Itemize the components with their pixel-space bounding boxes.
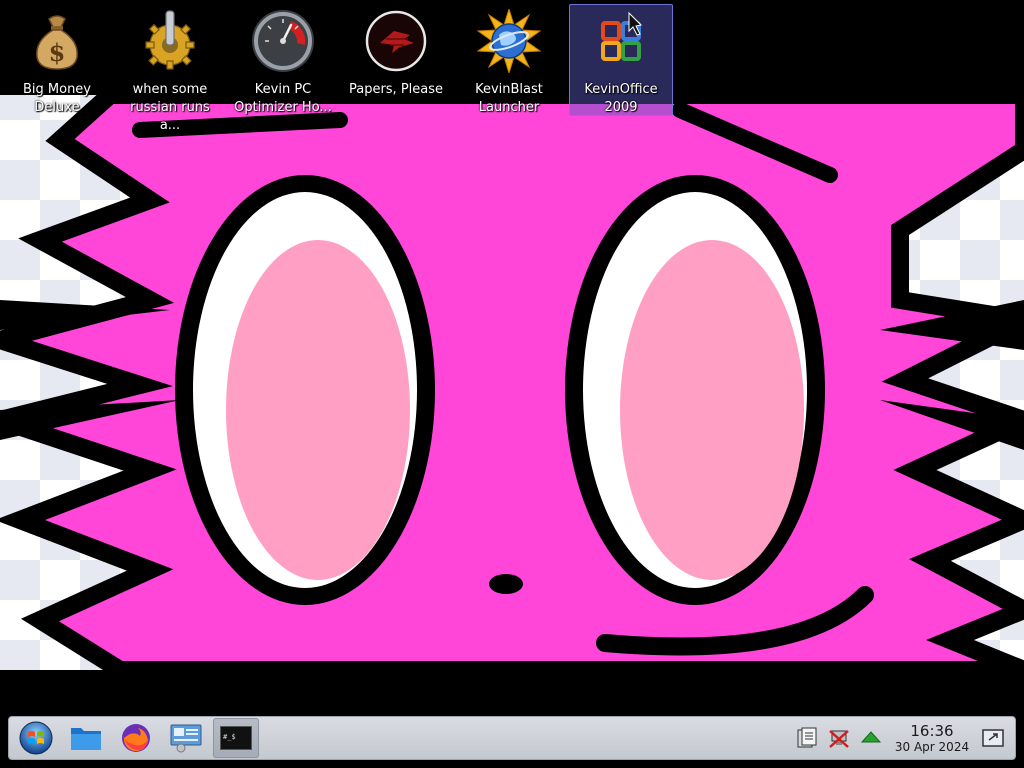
desktop-icon-label: KevinOffice 2009 (584, 82, 658, 115)
firefox-icon (122, 724, 150, 752)
svg-text:$: $ (49, 38, 66, 67)
desktop-icon-kevin-pc-optimizer[interactable]: Kevin PC Optimizer Ho... (231, 4, 335, 116)
office-logo-icon (589, 9, 653, 73)
desktop-icon-big-money-deluxe[interactable]: $ Big Money Deluxe (5, 4, 109, 116)
terminal-icon: #_$ (220, 726, 252, 750)
control-panel-button[interactable] (163, 718, 209, 758)
terminal-button[interactable]: #_$ (213, 718, 259, 758)
start-button[interactable] (13, 718, 59, 758)
mouse-cursor-icon (628, 11, 643, 36)
speedometer-icon (251, 9, 315, 73)
clock-time: 16:36 (910, 721, 954, 740)
taskbar-clock[interactable]: 16:36 30 Apr 2024 (891, 721, 973, 754)
desktop-icon-russian-runs[interactable]: when some russian runs a... (118, 4, 222, 133)
clock-date: 30 Apr 2024 (894, 739, 970, 754)
desktop-icon-label: Kevin PC Optimizer Ho... (234, 82, 332, 115)
desktop-icon-papers-please[interactable]: Papers, Please (344, 4, 448, 116)
network-disconnected-icon[interactable] (827, 726, 851, 750)
sun-globe-icon (477, 9, 541, 73)
papers-please-icon (364, 9, 428, 73)
cat-nose (489, 574, 523, 594)
desktop-icon-label: when some russian runs a... (130, 82, 210, 133)
svg-text:#_$: #_$ (223, 733, 236, 741)
taskbar: #_$ 16:36 30 Apr 2024 (8, 716, 1016, 760)
updates-arrow-icon[interactable] (859, 726, 883, 750)
money-bag-icon: $ (25, 9, 89, 73)
start-orb-icon (19, 721, 53, 755)
control-panel-icon (170, 724, 202, 753)
show-desktop-icon[interactable] (981, 726, 1005, 750)
desktop-icon-label: Papers, Please (348, 82, 444, 97)
firefox-button[interactable] (113, 718, 159, 758)
system-tray: 16:36 30 Apr 2024 (795, 721, 1015, 754)
desktop-icon-label: KevinBlast Launcher (475, 82, 543, 115)
cat-eye-left-iris (226, 240, 410, 580)
desktop-icon-kevinblast-launcher[interactable]: KevinBlast Launcher (457, 4, 561, 116)
file-manager-icon (71, 728, 101, 750)
clipboard-icon[interactable] (795, 726, 819, 750)
file-manager-button[interactable] (63, 718, 109, 758)
cat-eye-right-iris (620, 240, 804, 580)
desktop-icon-label: Big Money Deluxe (22, 82, 91, 115)
gear-icon (138, 9, 202, 73)
desktop-icon-kevinoffice-2009[interactable]: KevinOffice 2009 (569, 4, 673, 116)
